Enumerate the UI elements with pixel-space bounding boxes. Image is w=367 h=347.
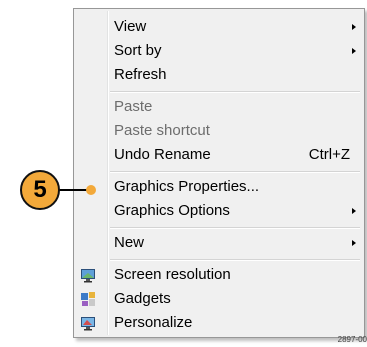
menu-item-new[interactable]: New	[76, 231, 362, 255]
menu-item-label: Personalize	[114, 314, 193, 331]
menu-item-label: Paste shortcut	[114, 122, 210, 139]
submenu-arrow-icon	[352, 208, 356, 214]
callout-pointer-dot	[86, 185, 96, 195]
submenu-arrow-icon	[352, 240, 356, 246]
menu-item-screen-resolution[interactable]: Screen resolution	[76, 263, 362, 287]
menu-item-personalize[interactable]: Personalize	[76, 311, 362, 335]
menu-separator	[110, 171, 360, 173]
menu-item-undo-rename[interactable]: Undo Rename Ctrl+Z	[76, 143, 362, 167]
menu-item-label: Screen resolution	[114, 266, 231, 283]
menu-item-graphics-properties[interactable]: Graphics Properties...	[76, 175, 362, 199]
menu-item-label: Graphics Properties...	[114, 178, 260, 195]
menu-item-shortcut: Ctrl+Z	[308, 146, 350, 163]
menu-separator	[110, 259, 360, 261]
menu-item-label: New	[114, 234, 145, 251]
personalize-icon	[80, 315, 96, 331]
step-callout-badge: 5	[20, 170, 60, 210]
menu-separator	[110, 227, 360, 229]
menu-item-label: Undo Rename	[114, 146, 211, 163]
menu-item-view[interactable]: View	[76, 15, 362, 39]
submenu-arrow-icon	[352, 48, 356, 54]
menu-item-label: Sort by	[114, 42, 162, 59]
context-menu: View Sort by Refresh Paste Paste shortcu…	[73, 8, 365, 338]
menu-item-sort-by[interactable]: Sort by	[76, 39, 362, 63]
callout-leader-line	[59, 189, 89, 191]
gadgets-icon	[80, 291, 96, 307]
menu-item-label: Refresh	[114, 66, 167, 83]
menu-item-paste: Paste	[76, 95, 362, 119]
menu-separator	[110, 91, 360, 93]
menu-item-label: View	[114, 18, 147, 35]
menu-item-label: Paste	[114, 98, 153, 115]
menu-item-label: Gadgets	[114, 290, 171, 307]
monitor-icon	[80, 267, 96, 283]
menu-item-refresh[interactable]: Refresh	[76, 63, 362, 87]
figure-code: 2897-00	[337, 335, 367, 344]
menu-item-graphics-options[interactable]: Graphics Options	[76, 199, 362, 223]
menu-item-label: Graphics Options	[114, 202, 230, 219]
submenu-arrow-icon	[352, 24, 356, 30]
menu-item-gadgets[interactable]: Gadgets	[76, 287, 362, 311]
menu-item-paste-shortcut: Paste shortcut	[76, 119, 362, 143]
